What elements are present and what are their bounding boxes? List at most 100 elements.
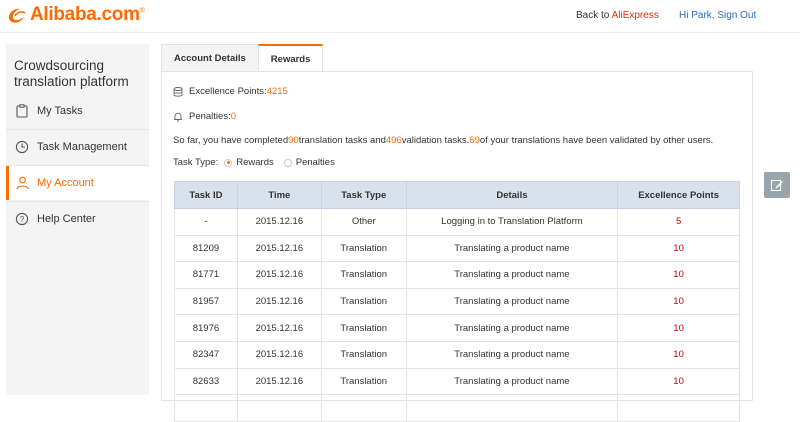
column-header-details: Details: [405, 181, 619, 209]
table-row: 81957 2015.12.16 Translation Translating a …: [174, 287, 740, 316]
details-cell: Logging in to Translation Platform: [405, 208, 619, 236]
sidebar-item-my-account[interactable]: My Account: [6, 166, 149, 200]
bell-icon: [173, 112, 183, 122]
back-to-aliexpress-link[interactable]: Back to AliExpress: [576, 10, 659, 21]
table-row: 81976 2015.12.16 Translation Translating a …: [174, 314, 740, 342]
excellence-points-cell: 10: [617, 287, 740, 316]
task-type-cell: Translation: [320, 287, 407, 316]
excellence-points-label: Excellence Points:: [189, 86, 267, 97]
task-id-cell: 81957: [174, 287, 238, 316]
task-id-cell: [174, 394, 238, 422]
column-header-task-type: Task Type: [320, 181, 407, 209]
logo-text: Alibaba.com®: [30, 4, 145, 25]
alibaba-logo[interactable]: Alibaba.com®: [6, 2, 145, 28]
penalties-line: Penalties: 0: [173, 111, 236, 122]
penalties-label: Penalties:: [189, 111, 231, 122]
validation-count: 496: [385, 135, 402, 146]
excellence-points-value: 4215: [266, 86, 288, 97]
table-row: 81209 2015.12.16 Translation Translating a …: [174, 234, 740, 263]
tab-rewards[interactable]: Rewards: [257, 44, 324, 72]
table-row: 81771 2015.12.16 Translation Translating a …: [174, 261, 740, 289]
tab-account-details[interactable]: Account Details: [161, 44, 259, 71]
database-icon: [173, 86, 183, 97]
task-type-cell: Translation: [320, 314, 407, 342]
clipboard-icon: [15, 104, 29, 118]
column-header-time: Time: [236, 181, 322, 209]
task-id-cell: 81209: [174, 234, 238, 263]
time-cell: 2015.12.16: [236, 261, 322, 289]
time-cell: [236, 394, 322, 422]
table-row: 82347 2015.12.16 Translation Translating a …: [174, 340, 740, 369]
excellence-points-line: Excellence Points: 4215: [173, 86, 288, 97]
excellence-points-cell: 10: [617, 340, 740, 369]
rewards-radio-label[interactable]: Rewards: [236, 157, 274, 168]
task-type-cell: Other: [320, 208, 407, 236]
rewards-table: Task ID Time Task Type Details Excellenc…: [174, 181, 740, 422]
task-id-cell: 81771: [174, 261, 238, 289]
excellence-points-cell: [617, 394, 740, 422]
sign-out-link[interactable]: Sign Out: [717, 10, 756, 21]
details-cell: Translating a product name: [405, 340, 619, 369]
rewards-radio[interactable]: [224, 158, 233, 167]
table-row: [174, 394, 740, 422]
task-id-cell: 81976: [174, 314, 238, 342]
sidebar-item-help-center[interactable]: ? Help Center: [6, 202, 149, 236]
penalties-radio-label[interactable]: Penalties: [296, 157, 335, 168]
details-cell: Translating a product name: [405, 314, 619, 342]
clock-icon: [15, 140, 29, 154]
task-type-cell: [320, 394, 407, 422]
time-cell: 2015.12.16: [236, 208, 322, 236]
excellence-points-cell: 5: [617, 208, 740, 236]
question-icon: ?: [15, 212, 29, 226]
user-icon: [15, 176, 29, 190]
time-cell: 2015.12.16: [236, 314, 322, 342]
task-id-cell: -: [174, 208, 238, 236]
details-cell: Translating a product name: [405, 261, 619, 289]
translation-count: 90: [288, 135, 299, 146]
task-id-cell: 82633: [174, 367, 238, 396]
task-id-cell: 82347: [174, 340, 238, 369]
task-type-label: Task Type:: [173, 157, 219, 168]
time-cell: 2015.12.16: [236, 367, 322, 396]
task-type-cell: Translation: [320, 340, 407, 369]
table-row: 82633 2015.12.16 Translation Translating a …: [174, 367, 740, 396]
sidebar-item-label: My Tasks: [37, 105, 83, 117]
table-row: -2015.12.16 Other Logging in to Translatio…: [174, 208, 740, 236]
sidebar-item-task-management[interactable]: Task Management: [6, 130, 149, 164]
penalties-radio[interactable]: [283, 158, 292, 167]
column-header-task-id: Task ID: [174, 181, 238, 209]
excellence-points-cell: 10: [617, 314, 740, 342]
account-tabs: Account Details Rewards: [161, 44, 324, 72]
feedback-button[interactable]: [764, 172, 790, 198]
validated-count: 69: [469, 135, 480, 146]
sidebar-item-label: Task Management: [37, 141, 127, 153]
details-cell: Translating a product name: [405, 367, 619, 396]
sidebar-item-label: My Account: [37, 177, 94, 189]
task-type-cell: Translation: [320, 261, 407, 289]
time-cell: 2015.12.16: [236, 234, 322, 263]
details-cell: Translating a product name: [405, 287, 619, 316]
penalties-value: 0: [230, 111, 237, 122]
header-divider: [0, 32, 800, 33]
task-type-cell: Translation: [320, 234, 407, 263]
task-type-cell: Translation: [320, 367, 407, 396]
table-header-row: Task ID Time Task Type Details Excellenc…: [174, 181, 740, 209]
time-cell: 2015.12.16: [236, 340, 322, 369]
alibaba-logo-mark-icon: [8, 8, 26, 23]
details-cell: [405, 394, 619, 422]
svg-text:?: ?: [20, 215, 25, 224]
details-cell: Translating a product name: [405, 234, 619, 263]
excellence-points-cell: 10: [617, 261, 740, 289]
task-type-filter: Task Type: Rewards Penalties: [173, 157, 335, 168]
sidebar-item-label: Help Center: [37, 213, 96, 225]
excellence-points-cell: 10: [617, 234, 740, 263]
user-greeting: Hi Park, Sign Out: [679, 10, 757, 21]
sidebar-item-my-tasks[interactable]: My Tasks: [6, 94, 149, 128]
summary-text: So far, you have completed 90 translatio…: [173, 135, 714, 146]
sidebar: Crowdsourcing translation platform My Ta…: [6, 44, 149, 395]
time-cell: 2015.12.16: [236, 287, 322, 316]
sidebar-title: Crowdsourcing translation platform: [14, 58, 129, 89]
column-header-excellence-points: Excellence Points: [617, 181, 740, 209]
excellence-points-cell: 10: [617, 367, 740, 396]
top-bar: Alibaba.com® Back to AliExpress Hi Park,…: [0, 0, 800, 32]
